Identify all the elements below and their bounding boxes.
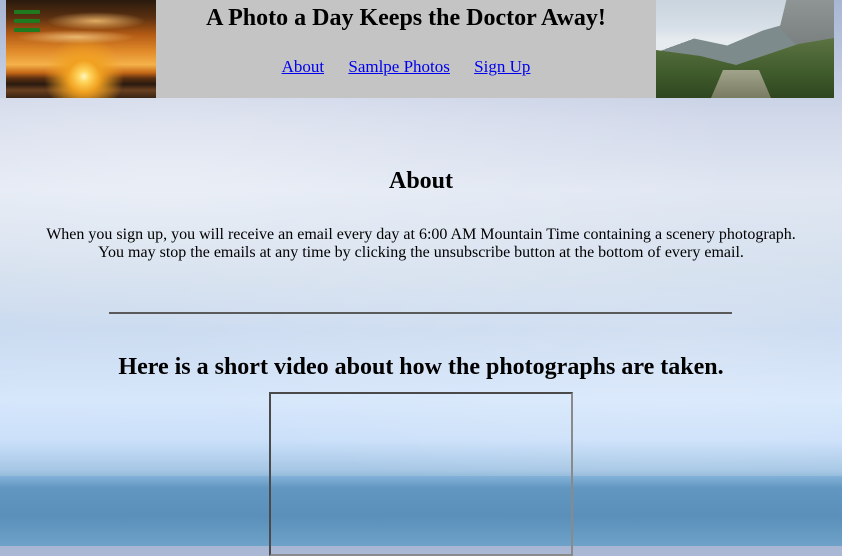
video-player[interactable]	[269, 392, 573, 556]
site-header: A Photo a Day Keeps the Doctor Away! Abo…	[6, 0, 834, 98]
nav-link-sample-photos[interactable]: Samlpe Photos	[348, 57, 450, 76]
video-heading: Here is a short video about how the phot…	[118, 354, 724, 380]
mountain-valley-photo	[656, 0, 834, 98]
sunset-cloud	[16, 30, 136, 44]
section-divider	[109, 312, 732, 314]
menu-bar	[14, 19, 40, 23]
site-title: A Photo a Day Keeps the Doctor Away!	[206, 5, 606, 31]
about-heading: About	[388, 168, 454, 194]
hamburger-menu-icon[interactable]	[14, 10, 40, 32]
nav-link-sign-up[interactable]: Sign Up	[474, 57, 530, 76]
menu-bar	[14, 10, 40, 14]
sunset-cloud	[46, 12, 146, 30]
about-line-2: You may stop the emails at any time by c…	[98, 244, 744, 261]
nav-link-about[interactable]: About	[282, 57, 325, 76]
about-text: When you sign up, you will receive an em…	[0, 226, 842, 262]
sunset-photo	[6, 0, 156, 98]
main-nav: About Samlpe Photos Sign Up	[156, 57, 656, 77]
about-line-1: When you sign up, you will receive an em…	[46, 226, 796, 243]
menu-bar	[14, 28, 40, 32]
